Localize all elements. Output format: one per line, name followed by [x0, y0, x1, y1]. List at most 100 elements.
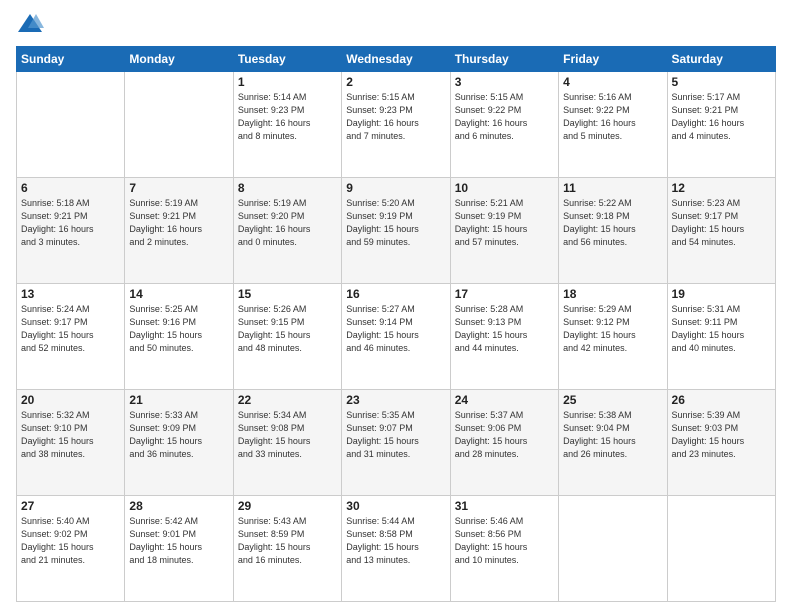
- calendar-week-row: 27Sunrise: 5:40 AM Sunset: 9:02 PM Dayli…: [17, 496, 776, 602]
- calendar-cell: 12 Sunrise: 5:23 AM Sunset: 9:17 PM Dayli…: [667, 178, 775, 284]
- calendar-cell: [17, 72, 125, 178]
- weekday-header-wednesday: Wednesday: [342, 47, 450, 72]
- calendar-cell: 22 Sunrise: 5:34 AM Sunset: 9:08 PM Dayli…: [233, 390, 341, 496]
- day-number: 7: [129, 181, 228, 195]
- day-number: 14: [129, 287, 228, 301]
- day-info: Sunrise: 5:34 AM Sunset: 9:08 PM Dayligh…: [238, 409, 337, 461]
- day-number: 8: [238, 181, 337, 195]
- day-number: 30: [346, 499, 445, 513]
- calendar-cell: 9Sunrise: 5:20 AM Sunset: 9:19 PM Daylig…: [342, 178, 450, 284]
- calendar-table: SundayMondayTuesdayWednesdayThursdayFrid…: [16, 46, 776, 602]
- day-number: 3: [455, 75, 554, 89]
- day-info: Sunrise: 5:44 AM Sunset: 8:58 PM Dayligh…: [346, 515, 445, 567]
- day-number: 24: [455, 393, 554, 407]
- day-info: Sunrise: 5:31 AM Sunset: 9:11 PM Dayligh…: [672, 303, 771, 355]
- calendar-cell: 6 Sunrise: 5:18 AM Sunset: 9:21 PM Daylig…: [17, 178, 125, 284]
- day-number: 22: [238, 393, 337, 407]
- day-info: Sunrise: 5:15 AM Sunset: 9:22 PM Dayligh…: [455, 91, 554, 143]
- day-number: 18: [563, 287, 662, 301]
- calendar-cell: 4Sunrise: 5:16 AM Sunset: 9:22 PM Daylig…: [559, 72, 667, 178]
- day-info: Sunrise: 5:38 AM Sunset: 9:04 PM Dayligh…: [563, 409, 662, 461]
- calendar-cell: 26 Sunrise: 5:39 AM Sunset: 9:03 PM Dayli…: [667, 390, 775, 496]
- day-number: 6: [21, 181, 120, 195]
- day-info: Sunrise: 5:14 AM Sunset: 9:23 PM Dayligh…: [238, 91, 337, 143]
- page: SundayMondayTuesdayWednesdayThursdayFrid…: [0, 0, 792, 612]
- day-info: Sunrise: 5:23 AM Sunset: 9:17 PM Dayligh…: [672, 197, 771, 249]
- day-number: 2: [346, 75, 445, 89]
- calendar-cell: 2Sunrise: 5:15 AM Sunset: 9:23 PM Daylig…: [342, 72, 450, 178]
- day-info: Sunrise: 5:46 AM Sunset: 8:56 PM Dayligh…: [455, 515, 554, 567]
- calendar-week-row: 1 Sunrise: 5:14 AM Sunset: 9:23 PM Daylig…: [17, 72, 776, 178]
- calendar-cell: [125, 72, 233, 178]
- day-info: Sunrise: 5:32 AM Sunset: 9:10 PM Dayligh…: [21, 409, 120, 461]
- weekday-header-thursday: Thursday: [450, 47, 558, 72]
- calendar-week-row: 6 Sunrise: 5:18 AM Sunset: 9:21 PM Daylig…: [17, 178, 776, 284]
- day-number: 29: [238, 499, 337, 513]
- weekday-header-row: SundayMondayTuesdayWednesdayThursdayFrid…: [17, 47, 776, 72]
- day-info: Sunrise: 5:43 AM Sunset: 8:59 PM Dayligh…: [238, 515, 337, 567]
- calendar-cell: 7 Sunrise: 5:19 AM Sunset: 9:21 PM Daylig…: [125, 178, 233, 284]
- calendar-cell: [667, 496, 775, 602]
- day-info: Sunrise: 5:18 AM Sunset: 9:21 PM Dayligh…: [21, 197, 120, 249]
- day-number: 31: [455, 499, 554, 513]
- day-number: 17: [455, 287, 554, 301]
- calendar-cell: 29 Sunrise: 5:43 AM Sunset: 8:59 PM Dayli…: [233, 496, 341, 602]
- calendar-cell: 31 Sunrise: 5:46 AM Sunset: 8:56 PM Dayli…: [450, 496, 558, 602]
- calendar-cell: 14 Sunrise: 5:25 AM Sunset: 9:16 PM Dayli…: [125, 284, 233, 390]
- weekday-header-monday: Monday: [125, 47, 233, 72]
- day-info: Sunrise: 5:16 AM Sunset: 9:22 PM Dayligh…: [563, 91, 662, 143]
- day-info: Sunrise: 5:28 AM Sunset: 9:13 PM Dayligh…: [455, 303, 554, 355]
- day-number: 11: [563, 181, 662, 195]
- calendar-cell: 17 Sunrise: 5:28 AM Sunset: 9:13 PM Dayli…: [450, 284, 558, 390]
- calendar-cell: 13Sunrise: 5:24 AM Sunset: 9:17 PM Dayli…: [17, 284, 125, 390]
- calendar-cell: 11 Sunrise: 5:22 AM Sunset: 9:18 PM Dayli…: [559, 178, 667, 284]
- day-info: Sunrise: 5:29 AM Sunset: 9:12 PM Dayligh…: [563, 303, 662, 355]
- weekday-header-tuesday: Tuesday: [233, 47, 341, 72]
- day-info: Sunrise: 5:21 AM Sunset: 9:19 PM Dayligh…: [455, 197, 554, 249]
- day-info: Sunrise: 5:33 AM Sunset: 9:09 PM Dayligh…: [129, 409, 228, 461]
- calendar-cell: 21 Sunrise: 5:33 AM Sunset: 9:09 PM Dayli…: [125, 390, 233, 496]
- day-info: Sunrise: 5:22 AM Sunset: 9:18 PM Dayligh…: [563, 197, 662, 249]
- calendar-cell: 18 Sunrise: 5:29 AM Sunset: 9:12 PM Dayli…: [559, 284, 667, 390]
- calendar-cell: 16 Sunrise: 5:27 AM Sunset: 9:14 PM Dayli…: [342, 284, 450, 390]
- day-info: Sunrise: 5:17 AM Sunset: 9:21 PM Dayligh…: [672, 91, 771, 143]
- day-info: Sunrise: 5:39 AM Sunset: 9:03 PM Dayligh…: [672, 409, 771, 461]
- day-number: 23: [346, 393, 445, 407]
- day-number: 26: [672, 393, 771, 407]
- calendar-cell: 25 Sunrise: 5:38 AM Sunset: 9:04 PM Dayli…: [559, 390, 667, 496]
- day-info: Sunrise: 5:26 AM Sunset: 9:15 PM Dayligh…: [238, 303, 337, 355]
- day-number: 1: [238, 75, 337, 89]
- calendar-cell: 30 Sunrise: 5:44 AM Sunset: 8:58 PM Dayli…: [342, 496, 450, 602]
- logo-icon: [16, 10, 44, 38]
- day-number: 28: [129, 499, 228, 513]
- day-number: 20: [21, 393, 120, 407]
- day-info: Sunrise: 5:19 AM Sunset: 9:21 PM Dayligh…: [129, 197, 228, 249]
- calendar-cell: [559, 496, 667, 602]
- day-info: Sunrise: 5:27 AM Sunset: 9:14 PM Dayligh…: [346, 303, 445, 355]
- day-info: Sunrise: 5:19 AM Sunset: 9:20 PM Dayligh…: [238, 197, 337, 249]
- calendar-cell: 24 Sunrise: 5:37 AM Sunset: 9:06 PM Dayli…: [450, 390, 558, 496]
- weekday-header-saturday: Saturday: [667, 47, 775, 72]
- day-number: 12: [672, 181, 771, 195]
- day-number: 16: [346, 287, 445, 301]
- day-number: 9: [346, 181, 445, 195]
- weekday-header-friday: Friday: [559, 47, 667, 72]
- calendar-cell: 28 Sunrise: 5:42 AM Sunset: 9:01 PM Dayli…: [125, 496, 233, 602]
- calendar-cell: 1 Sunrise: 5:14 AM Sunset: 9:23 PM Daylig…: [233, 72, 341, 178]
- calendar-cell: 23Sunrise: 5:35 AM Sunset: 9:07 PM Dayli…: [342, 390, 450, 496]
- calendar-cell: 3 Sunrise: 5:15 AM Sunset: 9:22 PM Daylig…: [450, 72, 558, 178]
- day-info: Sunrise: 5:42 AM Sunset: 9:01 PM Dayligh…: [129, 515, 228, 567]
- calendar-cell: 19Sunrise: 5:31 AM Sunset: 9:11 PM Dayli…: [667, 284, 775, 390]
- day-number: 10: [455, 181, 554, 195]
- logo: [16, 10, 48, 38]
- day-number: 25: [563, 393, 662, 407]
- day-info: Sunrise: 5:40 AM Sunset: 9:02 PM Dayligh…: [21, 515, 120, 567]
- day-number: 5: [672, 75, 771, 89]
- calendar-cell: 5 Sunrise: 5:17 AM Sunset: 9:21 PM Daylig…: [667, 72, 775, 178]
- day-number: 15: [238, 287, 337, 301]
- day-number: 21: [129, 393, 228, 407]
- header: [16, 10, 776, 38]
- day-info: Sunrise: 5:25 AM Sunset: 9:16 PM Dayligh…: [129, 303, 228, 355]
- calendar-cell: 10 Sunrise: 5:21 AM Sunset: 9:19 PM Dayli…: [450, 178, 558, 284]
- day-info: Sunrise: 5:37 AM Sunset: 9:06 PM Dayligh…: [455, 409, 554, 461]
